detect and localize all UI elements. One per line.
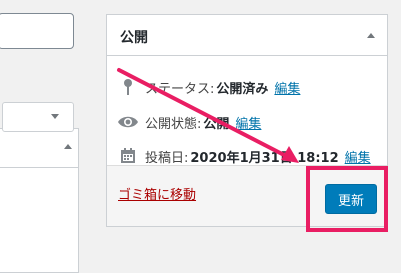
date-edit-link[interactable]: 編集 bbox=[345, 147, 371, 166]
left-panel bbox=[0, 128, 79, 273]
visibility-edit-link[interactable]: 編集 bbox=[235, 113, 261, 132]
chevron-down-icon bbox=[51, 114, 59, 119]
status-value: 公開済み bbox=[216, 81, 269, 97]
pin-icon bbox=[117, 78, 139, 96]
left-select[interactable] bbox=[2, 102, 74, 132]
left-panel-header[interactable] bbox=[0, 129, 78, 168]
visibility-row: 公開状態: 公開 編集 bbox=[117, 112, 261, 132]
status-label: ステータス: bbox=[145, 81, 215, 97]
publish-header[interactable]: 公開 bbox=[107, 15, 387, 56]
eye-icon bbox=[117, 113, 139, 131]
visibility-value: 公開 bbox=[203, 116, 230, 132]
publish-metabox: 公開 ステータス: 公開済み 編集 公開状態: 公開 編集 投稿日: 2020年… bbox=[106, 14, 388, 227]
status-row: ステータス: 公開済み 編集 bbox=[117, 77, 300, 97]
trash-link[interactable]: ゴミ箱に移動 bbox=[118, 184, 196, 203]
calendar-icon bbox=[117, 147, 139, 165]
visibility-label: 公開状態: bbox=[145, 116, 202, 132]
date-label: 投稿日: bbox=[145, 150, 189, 166]
publish-title: 公開 bbox=[120, 30, 148, 46]
date-row: 投稿日: 2020年1月31日 18:12 編集 bbox=[117, 146, 371, 166]
update-button[interactable]: 更新 bbox=[325, 184, 377, 214]
date-value: 2020年1月31日 18:12 bbox=[190, 150, 339, 166]
left-text-input[interactable] bbox=[0, 13, 74, 49]
status-edit-link[interactable]: 編集 bbox=[274, 78, 300, 97]
collapse-arrow-icon[interactable] bbox=[64, 144, 72, 149]
collapse-arrow-icon[interactable] bbox=[367, 33, 375, 38]
